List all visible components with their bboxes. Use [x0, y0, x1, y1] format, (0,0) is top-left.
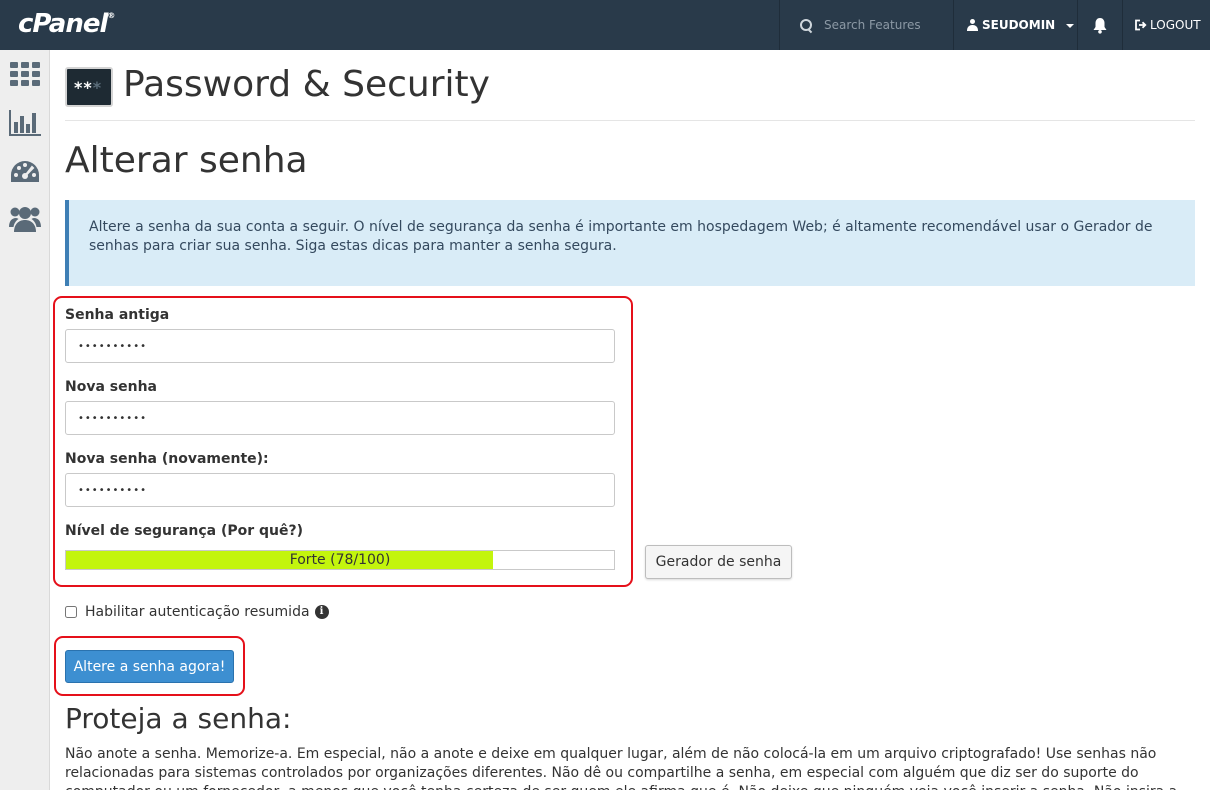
confirm-password-label: Nova senha (novamente):: [65, 451, 269, 467]
confirm-password-value: ••••••••••: [78, 484, 147, 496]
info-text: Altere a senha da sua conta a seguir. O …: [89, 219, 1153, 254]
change-password-button[interactable]: Altere a senha agora!: [65, 650, 234, 683]
notifications-button[interactable]: [1077, 0, 1122, 50]
password-generator-button[interactable]: Gerador de senha: [645, 545, 792, 579]
bar-chart-icon: [9, 110, 41, 136]
chevron-down-icon: [1066, 24, 1075, 28]
page-title: Password & Security: [123, 64, 490, 105]
top-navbar: cPanel® SEUDOMIN LOGOUT: [0, 0, 1210, 50]
logo-text: cPanel: [18, 9, 108, 39]
new-password-label: Nova senha: [65, 379, 157, 395]
logout-icon: [1135, 19, 1147, 31]
user-icon: [967, 19, 978, 31]
search-features: [779, 0, 953, 50]
info-icon[interactable]: i: [314, 605, 329, 619]
icon-star-dim: *: [92, 77, 103, 97]
grid-icon: [10, 62, 40, 86]
sidebar: [0, 50, 50, 790]
old-password-label: Senha antiga: [65, 307, 170, 323]
search-icon: [800, 19, 812, 31]
bell-icon: [1093, 17, 1107, 34]
new-password-input[interactable]: ••••••••••: [65, 401, 615, 435]
strength-label: Nível de segurança (Por quê?): [65, 523, 304, 539]
sidebar-item-users[interactable]: [9, 203, 41, 235]
logo-registered-mark: ®: [107, 11, 115, 20]
main-content: ** * Password & Security Alterar senha Al…: [50, 50, 1210, 790]
icon-stars: **: [74, 77, 93, 97]
strength-meter-text: Forte (78/100): [289, 552, 391, 568]
digest-auth-label[interactable]: Habilitar autenticação resumida: [85, 604, 310, 620]
cpanel-logo[interactable]: cPanel®: [18, 9, 115, 39]
logout-label: LOGOUT: [1150, 18, 1201, 32]
section-title: Alterar senha: [65, 140, 308, 181]
users-icon: [9, 207, 41, 232]
digest-auth-checkbox[interactable]: [65, 606, 77, 618]
info-callout: Altere a senha da sua conta a seguir. O …: [65, 200, 1195, 286]
old-password-value: ••••••••••: [78, 340, 147, 352]
confirm-password-input[interactable]: ••••••••••: [65, 473, 615, 507]
dashboard-gauge-icon: [11, 161, 39, 182]
sidebar-item-statistics[interactable]: [9, 107, 41, 139]
logout-button[interactable]: LOGOUT: [1122, 0, 1210, 50]
username-label: SEUDOMIN: [982, 18, 1056, 32]
old-password-input[interactable]: ••••••••••: [65, 329, 615, 363]
sidebar-item-dashboard[interactable]: [9, 156, 41, 188]
page-header: ** * Password & Security: [65, 64, 1195, 121]
search-input[interactable]: [824, 18, 944, 32]
new-password-value: ••••••••••: [78, 412, 147, 424]
password-strength-meter: Forte (78/100): [65, 550, 615, 570]
password-key-icon: ** *: [65, 67, 113, 107]
digest-auth-row: Habilitar autenticação resumida i: [65, 604, 329, 620]
user-menu[interactable]: SEUDOMIN: [953, 0, 1077, 50]
protect-title: Proteja a senha:: [65, 702, 292, 735]
protect-text: Não anote a senha. Memorize-a. Em especi…: [65, 746, 1177, 790]
sidebar-item-home[interactable]: [9, 58, 41, 90]
